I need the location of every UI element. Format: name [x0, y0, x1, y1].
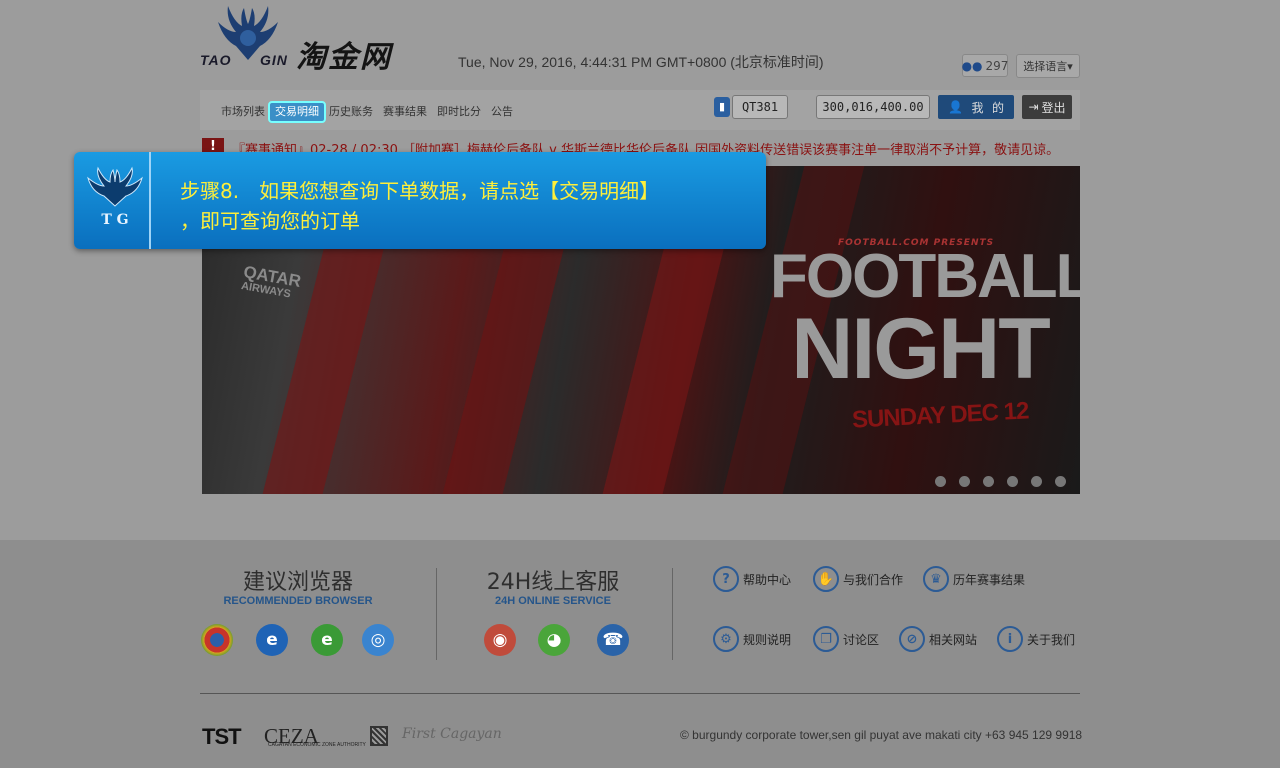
rules-link[interactable]: ⚙ 规则说明	[713, 626, 791, 652]
link-icon: ⊘	[899, 626, 925, 652]
online-users-button[interactable]: ●● 297	[962, 54, 1008, 77]
callout-divider	[149, 152, 151, 249]
cooperation-link[interactable]: ✋ 与我们合作	[813, 566, 903, 592]
link-label: 相关网站	[929, 632, 978, 647]
ie-blue-icon[interactable]: ◎	[362, 624, 394, 656]
partner-tst-logo: TST	[202, 724, 242, 749]
slider-dot[interactable]	[1031, 476, 1042, 487]
slider-dot[interactable]	[1007, 476, 1018, 487]
footer-divider	[436, 568, 437, 660]
partner-ceza-logo: CEZA CAGAYAN ECONOMIC ZONE AUTHORITY	[264, 724, 366, 749]
banner-title-line-1: FOOTBALL	[770, 242, 1080, 311]
help-center-link[interactable]: ? 帮助中心	[713, 566, 791, 592]
link-label: 规则说明	[743, 632, 792, 647]
question-icon: ?	[713, 566, 739, 592]
language-select[interactable]: 选择语言▾	[1016, 54, 1080, 78]
phone-icon[interactable]: ☎	[597, 624, 629, 656]
footer-divider	[672, 568, 673, 660]
logout-button[interactable]: ⇥ 登出	[1022, 95, 1072, 119]
forum-icon: ❐	[813, 626, 839, 652]
past-results-link[interactable]: ♛ 历年赛事结果	[923, 566, 1025, 592]
callout-line-2: ，即可查询您的订单	[180, 209, 360, 233]
nav-item-results[interactable]: 赛事结果	[378, 103, 432, 121]
ie-icon[interactable]: e	[256, 624, 288, 656]
logout-label: 登出	[1041, 100, 1066, 115]
banner-sponsor: QATAR AIRWAYS	[240, 262, 302, 303]
online-count: 297	[985, 58, 1009, 73]
nav-item-live-score[interactable]: 即时比分	[432, 103, 486, 121]
trophy-icon: ♛	[923, 566, 949, 592]
chrome-icon[interactable]	[201, 624, 233, 656]
browser-title: 建议浏览器	[242, 570, 353, 595]
person-icon: 👤	[948, 100, 963, 114]
username-display: QT381	[732, 95, 788, 119]
current-datetime: Tue, Nov 29, 2016, 4:44:31 PM GMT+0800 (…	[458, 54, 824, 70]
nav-item-transaction-details[interactable]: 交易明细	[268, 101, 326, 123]
handshake-icon: ✋	[813, 566, 839, 592]
balance-display: 300,016,400.00	[816, 95, 930, 119]
qr-code-icon	[370, 726, 388, 746]
wechat-icon[interactable]: ◕	[538, 624, 570, 656]
slider-dot[interactable]	[983, 476, 994, 487]
slider-dot[interactable]	[935, 476, 946, 487]
logo-text-cn: 淘金网	[296, 40, 392, 75]
tutorial-callout: T G 步骤8. 如果您想查询下单数据，请点选【交易明细】 ，即可查询您的订单	[74, 152, 766, 249]
banner-date: SUNDAY DEC 12	[851, 397, 1029, 434]
qq-service-icon[interactable]: ◉	[484, 624, 516, 656]
site-logo[interactable]: TAO GIN 淘金网	[200, 2, 420, 75]
slider-dots	[935, 476, 1066, 487]
ceza-subtext: CAGAYAN ECONOMIC ZONE AUTHORITY	[268, 742, 366, 748]
callout-line-1: 步骤8. 如果您想查询下单数据，请点选【交易明细】	[180, 179, 660, 203]
main-nav: 市场列表 交易明细 历史账务 赛事结果 即时比分 公告	[216, 101, 518, 123]
about-us-link[interactable]: i 关于我们	[997, 626, 1075, 652]
users-icon: ●●	[961, 58, 983, 73]
browser-subtitle: RECOMMENDED BROWSER	[223, 595, 373, 607]
link-label: 历年赛事结果	[953, 572, 1026, 587]
banner-title-line-2: NIGHT	[791, 301, 1051, 397]
svg-text:T G: T G	[101, 212, 128, 228]
gear-icon: ⚙	[713, 626, 739, 652]
edge-green-icon[interactable]: e	[311, 624, 343, 656]
related-sites-link[interactable]: ⊘ 相关网站	[899, 626, 977, 652]
my-label-2: 的	[991, 100, 1004, 115]
forum-link[interactable]: ❐ 讨论区	[813, 626, 879, 652]
service-subtitle: 24H ONLINE SERVICE	[495, 595, 611, 607]
link-label: 关于我们	[1027, 632, 1076, 647]
my-label: 我	[971, 100, 984, 115]
copyright-text: © burgundy corporate tower,sen gil puyat…	[680, 728, 1083, 742]
nav-item-announcements[interactable]: 公告	[486, 103, 518, 121]
link-label: 讨论区	[843, 632, 880, 647]
link-label: 与我们合作	[843, 572, 904, 587]
slider-dot[interactable]	[959, 476, 970, 487]
service-title: 24H线上客服	[486, 570, 620, 595]
logo-text-gin: GIN	[260, 52, 288, 68]
footer-rule	[200, 693, 1080, 694]
tg-logo-icon: T G	[87, 166, 143, 228]
info-icon: i	[997, 626, 1023, 652]
logout-icon: ⇥	[1028, 100, 1039, 114]
nav-item-market-list[interactable]: 市场列表	[216, 103, 270, 121]
logo-text-tao: TAO	[200, 52, 232, 68]
nav-item-history[interactable]: 历史账务	[324, 103, 378, 121]
link-label: 帮助中心	[743, 572, 792, 587]
callout-text: 步骤8. 如果您想查询下单数据，请点选【交易明细】 ，即可查询您的订单	[180, 176, 750, 236]
banner-title: FOOTBALL NIGHT	[770, 242, 1080, 397]
slider-dot[interactable]	[1055, 476, 1066, 487]
my-account-button[interactable]: 👤 我 的	[938, 95, 1014, 119]
partner-first-cagayan-logo: First Cagayan	[402, 726, 502, 742]
user-id-icon: ▮	[714, 97, 730, 117]
